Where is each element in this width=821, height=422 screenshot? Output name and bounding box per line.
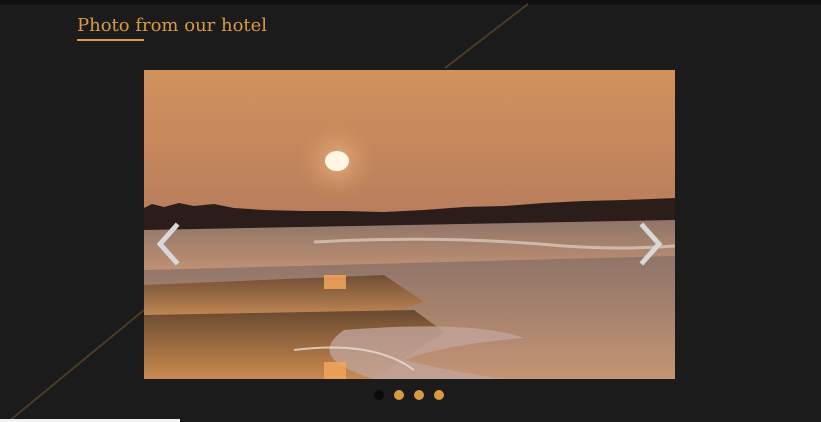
carousel-dot[interactable]	[394, 390, 404, 400]
carousel-dot[interactable]	[434, 390, 444, 400]
carousel-indicators	[374, 390, 444, 400]
carousel-dot[interactable]	[374, 390, 384, 400]
slide-image	[144, 70, 675, 379]
chevron-left-icon[interactable]	[154, 222, 184, 266]
chevron-right-icon[interactable]	[635, 222, 665, 266]
photo-carousel	[144, 70, 675, 379]
section-title: Photo from our hotel	[77, 15, 268, 36]
title-underline	[77, 39, 144, 41]
carousel-dot[interactable]	[414, 390, 424, 400]
